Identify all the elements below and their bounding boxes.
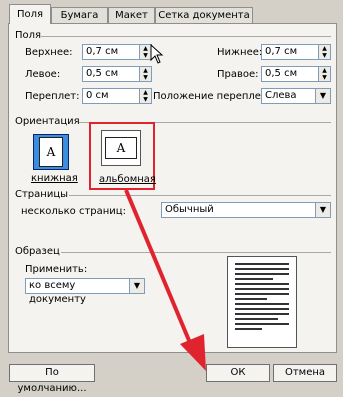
spin-up-icon[interactable]: ▲ bbox=[140, 89, 151, 96]
chevron-down-icon[interactable]: ▼ bbox=[315, 203, 330, 217]
gutter-position-select[interactable]: Слева ▼ bbox=[261, 88, 331, 104]
pages-section-title: Страницы bbox=[15, 189, 69, 200]
margins-section-title: Поля bbox=[15, 30, 42, 41]
tab-label: Сетка документа bbox=[158, 10, 250, 21]
right-margin-spinner[interactable]: 0,5 см ▲ ▼ bbox=[261, 66, 331, 82]
left-margin-label: Левое: bbox=[25, 69, 61, 80]
spin-down-icon[interactable]: ▼ bbox=[140, 74, 151, 81]
page-preview bbox=[227, 256, 297, 348]
portrait-orientation-button[interactable]: A bbox=[33, 134, 69, 170]
tab-label: Поля bbox=[16, 9, 44, 20]
left-margin-value[interactable]: 0,5 см bbox=[82, 66, 140, 82]
multiple-pages-value: Обычный bbox=[165, 204, 214, 215]
tab-margins[interactable]: Поля bbox=[9, 4, 51, 24]
apply-to-label: Применить: bbox=[25, 264, 88, 275]
ok-button[interactable]: ОК bbox=[206, 364, 270, 382]
divider bbox=[69, 195, 331, 196]
top-margin-value[interactable]: 0,7 см bbox=[82, 44, 140, 60]
portrait-page-icon: A bbox=[39, 137, 63, 167]
tab-document-grid[interactable]: Сетка документа bbox=[155, 7, 253, 23]
right-margin-value[interactable]: 0,5 см bbox=[261, 66, 319, 82]
multiple-pages-label: несколько страниц: bbox=[21, 206, 126, 217]
orientation-section-title: Ориентация bbox=[15, 116, 80, 127]
tab-layout[interactable]: Макет bbox=[108, 7, 155, 23]
bottom-margin-value[interactable]: 0,7 см bbox=[261, 44, 319, 60]
gutter-position-label: Положение переплета: bbox=[153, 91, 277, 102]
left-margin-spinner[interactable]: 0,5 см ▲ ▼ bbox=[82, 66, 152, 82]
tab-label: Макет bbox=[115, 10, 148, 21]
multiple-pages-select[interactable]: Обычный ▼ bbox=[161, 202, 331, 218]
spin-down-icon[interactable]: ▼ bbox=[319, 52, 330, 59]
chevron-down-icon[interactable]: ▼ bbox=[315, 89, 330, 103]
sample-section-title: Образец bbox=[15, 246, 60, 257]
spin-up-icon[interactable]: ▲ bbox=[319, 67, 330, 74]
gutter-position-value: Слева bbox=[265, 90, 297, 101]
mouse-cursor-icon bbox=[150, 44, 164, 64]
spin-up-icon[interactable]: ▲ bbox=[319, 45, 330, 52]
apply-to-value: ко всему документу bbox=[29, 280, 86, 305]
spin-up-icon[interactable]: ▲ bbox=[140, 67, 151, 74]
divider bbox=[61, 252, 331, 253]
top-margin-spinner[interactable]: 0,7 см ▲ ▼ bbox=[82, 44, 152, 60]
landscape-label: альбомная bbox=[99, 174, 156, 185]
spin-down-icon[interactable]: ▼ bbox=[319, 74, 330, 81]
gutter-label: Переплет: bbox=[25, 91, 80, 102]
bottom-margin-label: Нижнее: bbox=[217, 47, 263, 58]
default-button[interactable]: По умолчанию... bbox=[9, 364, 95, 394]
bottom-margin-spinner[interactable]: 0,7 см ▲ ▼ bbox=[261, 44, 331, 60]
landscape-page-icon: A bbox=[105, 137, 137, 159]
apply-to-select[interactable]: ко всему документу ▼ bbox=[25, 278, 145, 305]
landscape-orientation-button[interactable]: A bbox=[101, 130, 141, 166]
gutter-spinner[interactable]: 0 см ▲ ▼ bbox=[82, 88, 152, 104]
tab-paper[interactable]: Бумага bbox=[51, 7, 108, 23]
tab-label: Бумага bbox=[60, 10, 99, 21]
cancel-button[interactable]: Отмена bbox=[273, 364, 337, 382]
divider bbox=[41, 36, 331, 37]
spin-down-icon[interactable]: ▼ bbox=[140, 96, 151, 103]
portrait-label: книжная bbox=[31, 173, 78, 184]
gutter-value[interactable]: 0 см bbox=[82, 88, 140, 104]
right-margin-label: Правое: bbox=[217, 69, 259, 80]
chevron-down-icon[interactable]: ▼ bbox=[129, 279, 144, 293]
tab-panel: Поля Верхнее: 0,7 см ▲ ▼ Нижнее: 0,7 см ▲… bbox=[8, 23, 337, 353]
top-margin-label: Верхнее: bbox=[25, 47, 73, 58]
